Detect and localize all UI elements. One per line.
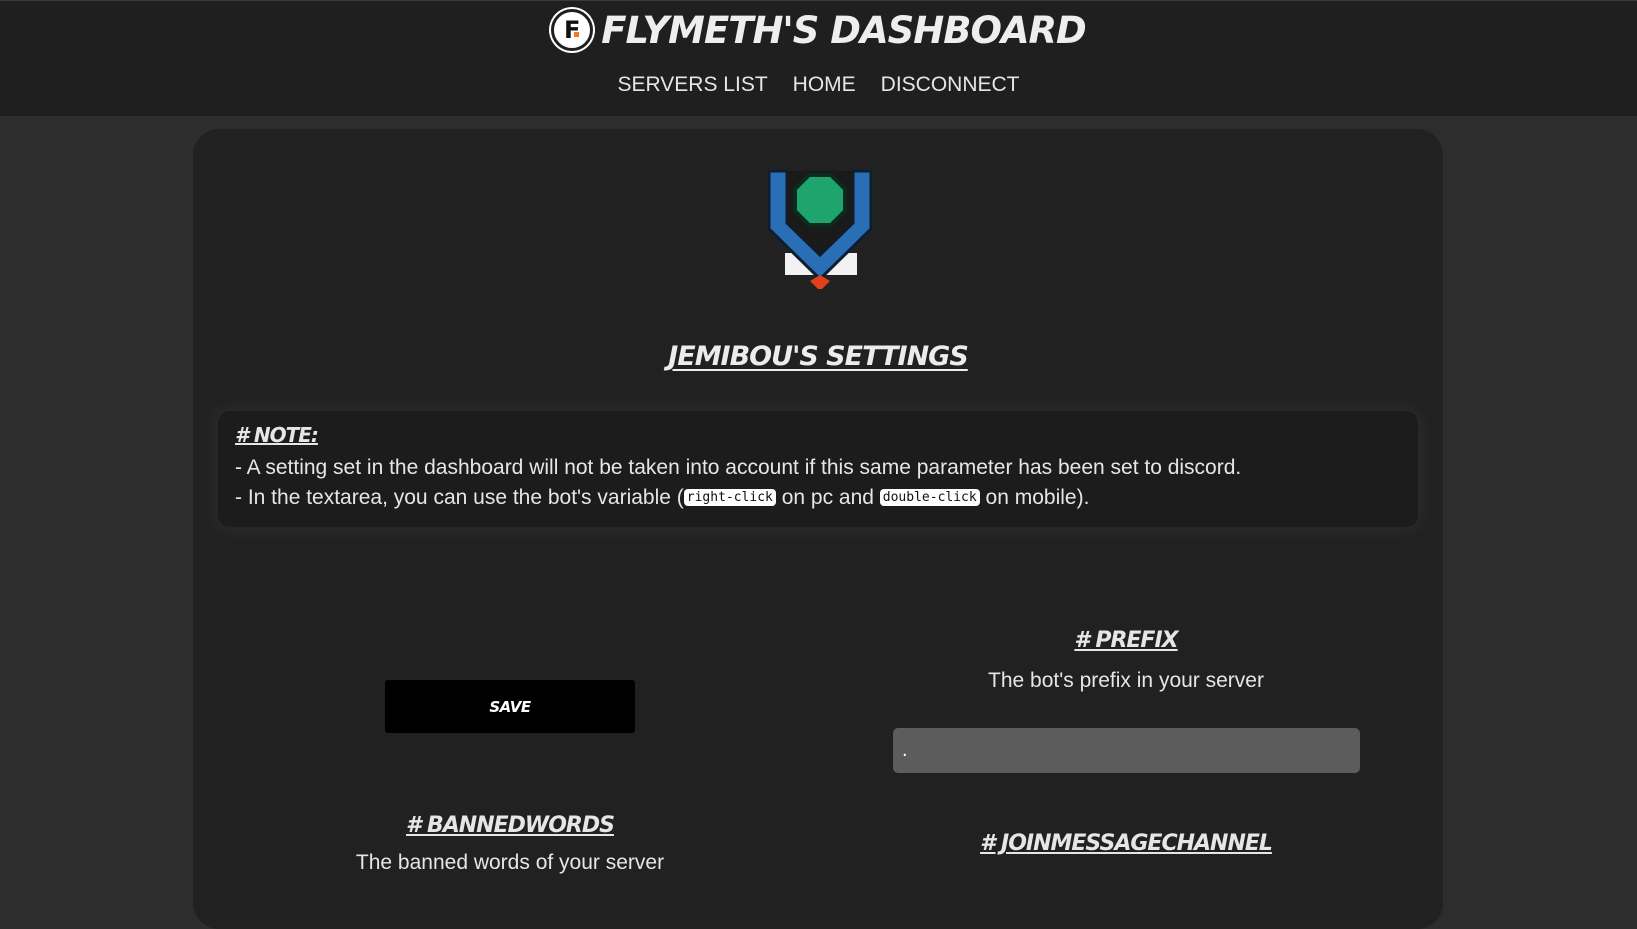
bannedwords-description: The banned words of your server xyxy=(355,851,665,874)
right-click-code: right-click xyxy=(683,489,776,507)
nav-servers-list[interactable]: SERVERS LIST xyxy=(617,73,767,97)
joinmessagechannel-title: # JOINMESSAGECHANNEL xyxy=(980,831,1273,856)
main-nav: SERVERS LIST HOME DISCONNECT xyxy=(0,73,1637,97)
nav-home[interactable]: HOME xyxy=(793,73,856,97)
note-line-2: - In the textarea, you can use the bot's… xyxy=(235,483,1401,513)
brand-logo-icon[interactable]: F xyxy=(551,9,594,51)
bannedwords-title: # BANNEDWORDS xyxy=(406,813,615,838)
settings-title: JEMIBOU'S SETTINGS xyxy=(668,341,969,372)
dashboard-title: FLYMETH'S DASHBOARD xyxy=(601,8,1086,52)
top-header: F FLYMETH'S DASHBOARD SERVERS LIST HOME … xyxy=(0,0,1637,116)
save-button[interactable]: SAVE xyxy=(385,680,635,733)
note-line-1: - A setting set in the dashboard will no… xyxy=(235,456,1242,479)
brand-logo-dot xyxy=(574,32,580,37)
note-title: # NOTE: xyxy=(235,423,319,447)
brand-logo-letter: F xyxy=(564,16,581,44)
note-line-2-text-c: on mobile). xyxy=(979,486,1090,509)
shield-gem-icon xyxy=(767,169,873,289)
prefix-input[interactable] xyxy=(893,728,1360,773)
server-icon-tip xyxy=(810,275,830,289)
note-line-2-text-b: on pc and xyxy=(775,486,880,509)
settings-card: JEMIBOU'S SETTINGS # NOTE: - A setting s… xyxy=(193,129,1443,929)
prefix-description: The bot's prefix in your server xyxy=(988,669,1264,692)
server-icon-gem xyxy=(793,173,847,227)
nav-disconnect[interactable]: DISCONNECT xyxy=(881,73,1020,97)
note-box: # NOTE: - A setting set in the dashboard… xyxy=(218,411,1418,527)
double-click-code: double-click xyxy=(879,489,980,507)
prefix-title: # PREFIX xyxy=(1074,628,1178,653)
brand: F FLYMETH'S DASHBOARD xyxy=(0,5,1637,55)
note-line-2-text-a: - In the textarea, you can use the bot's… xyxy=(235,486,684,509)
